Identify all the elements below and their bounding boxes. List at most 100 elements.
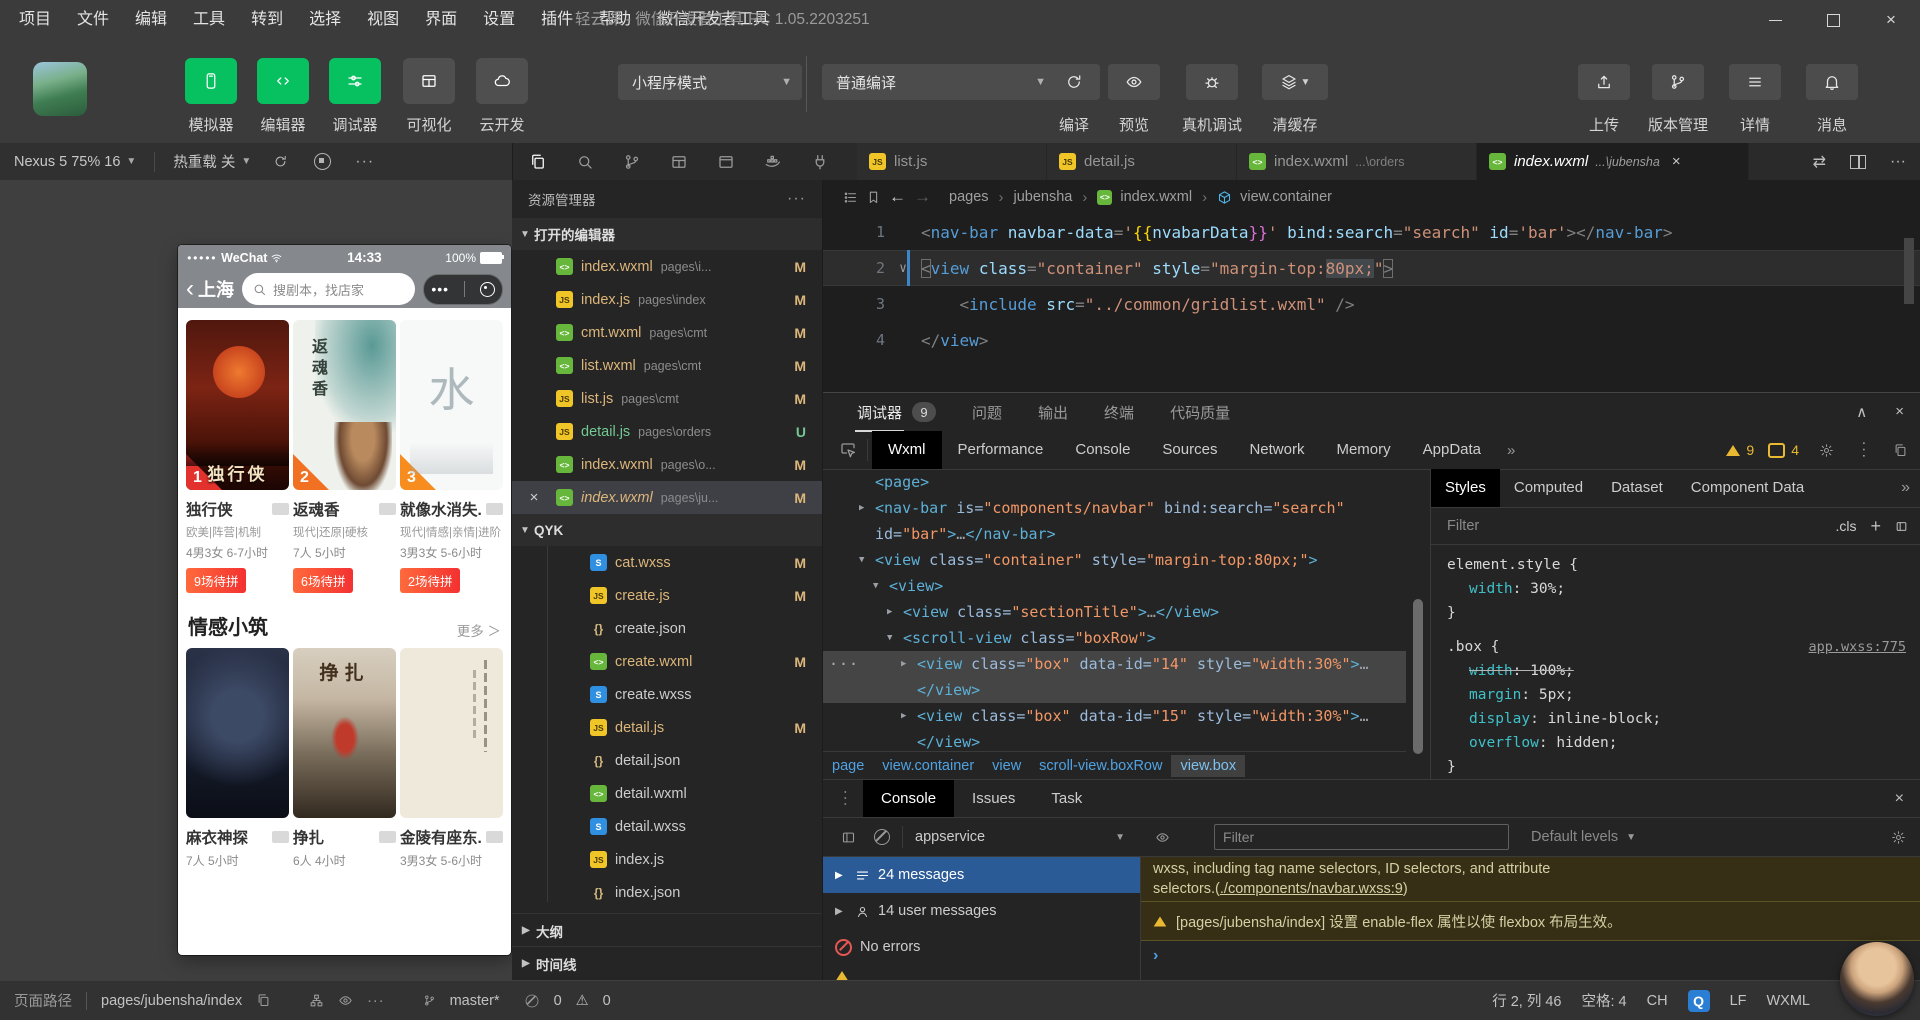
search-icon[interactable] xyxy=(576,153,594,171)
editor-tab[interactable]: JSdetail.js xyxy=(1047,143,1237,180)
expand-icon[interactable]: ▶ xyxy=(835,870,847,881)
timeline-section[interactable]: ▶ 时间线 xyxy=(512,946,822,980)
code-line[interactable]: 3 <include src="../common/gridlist.wxml"… xyxy=(823,286,1920,322)
devtools-settings-icon[interactable] xyxy=(1819,443,1834,458)
drama-card[interactable]: 挣扎挣扎6人 4小时 xyxy=(293,648,396,869)
tab-close-icon[interactable]: × xyxy=(1672,153,1681,170)
panel-tab[interactable]: 代码质量 xyxy=(1170,402,1230,423)
editor-button[interactable] xyxy=(257,58,309,104)
eol-indicator[interactable]: LF xyxy=(1730,993,1747,1009)
drama-card[interactable]: 金陵有座东...3男3女 5-6小时 xyxy=(400,648,503,869)
close-button[interactable]: × xyxy=(1862,0,1920,40)
styles-tab[interactable]: Dataset xyxy=(1597,469,1677,507)
file-row[interactable]: Sdetail.wxss xyxy=(512,810,822,843)
menu-item[interactable]: 工具 xyxy=(180,0,238,40)
file-row[interactable]: {}index.json xyxy=(512,876,822,909)
drama-card[interactable]: 返魂香2返魂香现代|还原|硬核7人 5小时6场待拼 xyxy=(293,320,396,593)
file-row[interactable]: Screate.wxss xyxy=(512,678,822,711)
dom-crumb[interactable]: view.box xyxy=(1171,755,1245,777)
dom-tree-row[interactable]: ▼<scroll-view class="boxRow"> xyxy=(823,625,1406,651)
stop-icon[interactable] xyxy=(314,153,331,170)
visualize-button[interactable] xyxy=(403,58,455,104)
user-avatar[interactable] xyxy=(1840,942,1914,1016)
more-icon[interactable]: ··· xyxy=(787,190,806,208)
dom-tree-row[interactable]: id="bar">…</nav-bar> xyxy=(823,521,1406,547)
file-row[interactable]: <>index.wxmlpages\i...M xyxy=(512,250,822,283)
breadcrumb-file[interactable]: index.wxml xyxy=(1120,189,1192,205)
preview-window-icon[interactable] xyxy=(717,153,735,171)
expand-icon[interactable]: ▼ xyxy=(859,555,875,565)
expand-icon[interactable]: ▶ xyxy=(901,659,917,669)
forward-icon[interactable]: → xyxy=(914,187,931,207)
page-path-value[interactable]: pages/jubensha/index xyxy=(101,993,242,1009)
more-icon[interactable]: ··· xyxy=(367,993,385,1009)
close-panel-icon[interactable]: × xyxy=(1895,403,1904,421)
css-property[interactable]: margin: 5px; xyxy=(1447,683,1920,707)
menu-item[interactable]: 转到 xyxy=(238,0,296,40)
console-tab-console[interactable]: Console xyxy=(863,780,954,817)
console-filter-input[interactable]: Filter xyxy=(1214,824,1509,850)
css-rule[interactable]: .box {app.wxss:775width: 100%;margin: 5p… xyxy=(1447,635,1920,779)
indentation-indicator[interactable]: 空格: 4 xyxy=(1582,990,1627,1011)
devtools-tab-console[interactable]: Console xyxy=(1059,431,1146,469)
tab-debugger[interactable]: 调试器 xyxy=(857,402,902,423)
dom-tree-row[interactable]: </view> xyxy=(823,677,1406,703)
fold-icon[interactable]: ∨ xyxy=(885,261,921,276)
collapse-panel-icon[interactable]: ∧ xyxy=(1856,403,1867,421)
dom-crumb[interactable]: view xyxy=(983,755,1030,777)
close-console-icon[interactable]: × xyxy=(1895,790,1904,808)
ime-language[interactable]: CH xyxy=(1647,993,1668,1009)
menu-item[interactable]: 项目 xyxy=(6,0,64,40)
city-selector[interactable]: 上海 xyxy=(198,276,234,302)
files-copy-icon[interactable] xyxy=(529,153,547,171)
file-row[interactable]: {}detail.json xyxy=(512,744,822,777)
more-tabs-icon[interactable]: » xyxy=(1901,479,1910,497)
kebab-menu-icon[interactable]: ··· xyxy=(838,790,855,808)
clear-console-icon[interactable] xyxy=(874,829,890,845)
file-row[interactable]: JSlist.jspages\cmtM xyxy=(512,382,822,415)
version-control-button[interactable] xyxy=(1652,64,1704,100)
outline-icon[interactable] xyxy=(843,190,858,205)
warning-count[interactable]: 9 4 xyxy=(1726,442,1799,458)
simulator-button[interactable] xyxy=(185,58,237,104)
editor-tab[interactable]: <>index.wxml...\jubensha× xyxy=(1477,143,1749,180)
minimize-button[interactable] xyxy=(1746,0,1804,40)
console-group-row[interactable]: ▶14 user messages xyxy=(823,893,1140,929)
kebab-menu-icon[interactable]: ··· xyxy=(1855,441,1873,460)
clear-cache-button[interactable]: ▼ xyxy=(1262,64,1328,100)
file-row[interactable]: <>detail.wxml xyxy=(512,777,822,810)
file-row[interactable]: <>index.wxmlpages\o...M xyxy=(512,448,822,481)
code-line[interactable]: 1<nav-bar navbar-data='{{nvabarData}}' b… xyxy=(823,214,1920,250)
console-tab-issues[interactable]: Issues xyxy=(954,780,1033,817)
css-property[interactable]: display: inline-block; xyxy=(1447,707,1920,731)
console-tab-task[interactable]: Task xyxy=(1033,780,1100,817)
capsule-close-icon[interactable] xyxy=(480,282,495,297)
dom-tree-row[interactable]: ▼<view class="container" style="margin-t… xyxy=(823,547,1406,573)
drama-card[interactable]: 独行侠1独行侠欧美|阵营|机制4男3女 6-7小时9场待拼 xyxy=(186,320,289,593)
details-button[interactable] xyxy=(1729,64,1781,100)
outline-section[interactable]: ▶ 大纲 xyxy=(512,913,822,947)
menu-item[interactable]: 编辑 xyxy=(122,0,180,40)
inspect-element-icon[interactable] xyxy=(839,441,857,459)
code-line[interactable]: 2∨<view class="container" style="margin-… xyxy=(823,250,1920,286)
wxml-dom-tree[interactable]: <page>▶<nav-bar is="components/navbar" b… xyxy=(823,469,1406,751)
file-row[interactable]: JSdetail.jsM xyxy=(512,711,822,744)
layout-grid-icon[interactable] xyxy=(670,153,688,171)
panel-tab[interactable]: 输出 xyxy=(1038,402,1068,423)
split-editor-icon[interactable] xyxy=(1850,155,1866,169)
drama-card[interactable]: 麻衣神探7人 5小时 xyxy=(186,648,289,869)
expand-icon[interactable]: ▶ xyxy=(887,607,903,617)
panel-tab[interactable]: 终端 xyxy=(1104,402,1134,423)
devtools-tab-sources[interactable]: Sources xyxy=(1146,431,1233,469)
drama-card[interactable]: 水3就像水消失...现代|情感|亲情|进阶3男3女 5-6小时2场待拼 xyxy=(400,320,503,593)
git-branch-icon[interactable] xyxy=(623,153,641,171)
back-icon[interactable]: ‹ xyxy=(186,277,194,301)
context-select[interactable]: appservice ▼ xyxy=(915,829,1125,845)
file-row[interactable]: ×<>index.wxmlpages\ju...M xyxy=(512,481,822,514)
popout-icon[interactable] xyxy=(1893,443,1908,458)
styles-tab[interactable]: Component Data xyxy=(1677,469,1818,507)
console-sidebar-icon[interactable] xyxy=(841,830,856,845)
device-select[interactable]: Nexus 5 75% 16 xyxy=(14,154,120,170)
dom-crumb[interactable]: view.container xyxy=(873,755,983,777)
bookmark-icon[interactable] xyxy=(866,190,881,205)
